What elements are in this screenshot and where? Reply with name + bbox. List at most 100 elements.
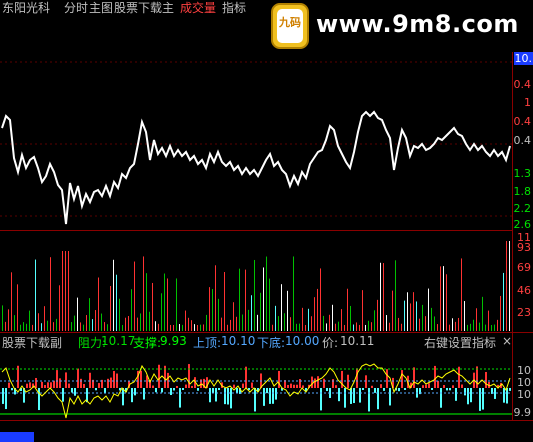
indicator-bar [485,371,487,388]
volume-bar [212,289,213,331]
volume-bar [164,273,165,331]
volume-bar [122,324,123,331]
indicator-bar [29,382,31,388]
top-value: 10.10 [221,334,256,348]
indicator-bar [461,384,463,388]
indicator-bar [107,378,109,388]
indicator-bar [374,388,376,393]
indicator-tick: 10 [517,388,531,401]
volume-bar [143,256,144,331]
indicator-bar [80,378,82,388]
volume-bar [98,277,99,331]
indicator-bar [428,383,430,388]
settings-hint[interactable]: 右键设置指标 [424,334,496,351]
volume-bar [308,308,309,331]
indicator-bar [437,380,439,388]
indicator-bar [269,388,271,404]
chart-window: 东阳光科 分时 主图 股票下载主 成交量 指标 九码 www.9m8.com 1… [0,0,533,442]
indicator-bar [215,388,217,402]
indicator-bar [356,368,358,388]
volume-bar [461,258,462,331]
volume-bar [380,262,381,331]
volume-bar [80,322,81,331]
volume-bar [419,318,420,331]
volume-bar [323,315,324,331]
indicator-bar [227,388,229,405]
volume-bar [50,257,51,331]
volume-bar [338,321,339,331]
volume-bar [494,324,495,331]
indicator-bar [197,388,199,391]
volume-bar [215,265,216,331]
volume-bar [140,313,141,331]
volume-bar [194,324,195,331]
indicator-name[interactable]: 股票下载副 [2,334,62,351]
indicator-bar [50,382,52,388]
volume-bar [506,241,507,331]
indicator-bar [323,378,325,388]
volume-bar [302,307,303,331]
volume-bar [155,321,156,331]
volume-bar [53,322,54,331]
indicator-bar [218,388,220,391]
volume-bar [272,324,273,331]
volume-bar [467,324,468,331]
volume-bar [161,293,162,331]
close-icon[interactable]: × [502,334,512,348]
chart-canvas [0,52,533,421]
indicator-bar [377,388,379,410]
indicator-bar [11,388,13,391]
volume-bar [110,285,111,331]
volume-bar [296,323,297,331]
volume-bar [89,298,90,331]
volume-bar [245,269,246,331]
indicator-bar [449,388,451,391]
indicator-bar [242,383,244,388]
volume-bar [458,317,459,331]
volume-bar [434,316,435,331]
volume-bar [131,289,132,331]
indicator-bar [344,388,346,408]
indicator-bar [110,377,112,388]
volume-bar [101,313,102,331]
indicator-bar [2,388,4,404]
volume-bar [233,302,234,331]
volume-bar [224,272,225,331]
volume-bar [275,305,276,331]
volume-bar [251,295,252,331]
indicator-bar [236,388,238,394]
indicator-bar [38,388,40,411]
indicator-bar [326,388,328,392]
volume-bars [2,241,510,331]
indicator-bar [266,388,268,394]
indicator-bar [425,384,427,388]
volume-bar [170,324,171,331]
indicator-bar [134,388,136,396]
indicator-bar [41,381,43,388]
volume-tick: 93 [517,241,531,254]
volume-bar [386,315,387,331]
indicator-bar [398,388,400,392]
scroll-tab[interactable] [0,432,34,442]
volume-bar [389,322,390,331]
indicator-bar [335,385,337,388]
volume-bar [149,311,150,331]
volume-bar [503,272,504,331]
indicator-bar [341,370,343,388]
indicator-bar [293,384,295,388]
volume-bar [26,323,27,331]
volume-bar [203,324,204,331]
indicator-bar [53,380,55,388]
volume-bar [392,290,393,331]
volume-bar [398,317,399,331]
indicator-bar [263,388,265,406]
indicator-bar [35,377,37,388]
indicator-bar [371,385,373,388]
volume-bar [497,319,498,331]
volume-bar [44,306,45,331]
indicator-bar [254,388,256,412]
volume-bar [32,324,33,331]
volume-bar [410,303,411,331]
volume-bar [359,324,360,331]
volume-bar [41,323,42,331]
